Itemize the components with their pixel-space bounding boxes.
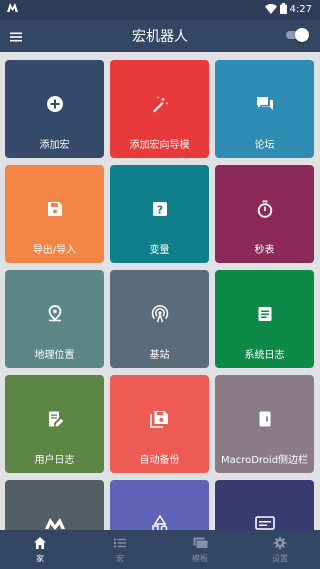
gear-icon [273,536,287,550]
status-bar: 4:27 [0,0,320,20]
shapes-icon [110,515,209,530]
macrodroid-logo-icon [7,3,18,15]
nav-settings[interactable]: 设置 [240,530,320,569]
backup-icon [110,410,209,430]
magic-wand-icon [110,95,209,115]
help-box-icon: ? [110,200,209,220]
page-title: 宏机器人 [132,29,188,45]
tile-forum[interactable]: 论坛 [215,60,314,158]
wifi-icon [264,3,277,17]
tile-label: 秒表 [254,245,275,256]
tile-label: 变量 [149,245,170,256]
tile-cell-tower[interactable]: 基站 [110,270,209,368]
card-icon [215,515,314,530]
tile-label: 添加宏 [39,140,70,151]
list-icon [113,536,127,550]
tile-macrodroid-sidebar[interactable]: MacroDroid侧边栏 [215,375,314,473]
tile-label: 导出/导入 [32,245,77,256]
status-time: 4:27 [289,4,312,15]
templates-icon [193,536,209,550]
add-circle-icon [5,95,104,115]
tile-label: 论坛 [254,140,275,151]
stopwatch-icon [215,200,314,220]
forum-icon [215,95,314,115]
tile-export-import[interactable]: 导出/导入 [5,165,104,263]
bottom-navigation: 家 宏 模板 设置 [0,530,320,569]
save-icon [5,200,104,220]
tile-macrodroid[interactable] [5,480,104,530]
svg-text:?: ? [156,204,162,217]
sidebar-icon [215,410,314,430]
tile-auto-backup[interactable]: 自动备份 [110,375,209,473]
tile-label: MacroDroid侧边栏 [220,455,309,466]
nav-label: 宏 [116,554,124,563]
home-tile-grid: 添加宏 添加宏向导模 论坛 导出/导入 ? 变量 秒表 地理位置 基站 系统日志… [5,60,317,530]
home-icon [33,536,47,550]
battery-icon [279,3,287,17]
tile-label: 添加宏向导模 [129,140,190,151]
tile-label: 自动备份 [139,455,180,466]
macros-enabled-toggle[interactable] [284,28,309,42]
nav-macros[interactable]: 宏 [80,530,160,569]
app-bar: 宏机器人 [0,20,320,52]
cell-tower-icon [110,305,209,325]
tile-add-macro-wizard[interactable]: 添加宏向导模 [110,60,209,158]
tile-system-log[interactable]: 系统日志 [215,270,314,368]
tile-label: 用户日志 [34,455,75,466]
nav-label: 模板 [192,554,208,563]
tile-shapes[interactable] [110,480,209,530]
location-pin-icon [5,305,104,325]
nav-home[interactable]: 家 [0,530,80,569]
tile-geolocation[interactable]: 地理位置 [5,270,104,368]
tile-label: 系统日志 [244,350,285,361]
nav-templates[interactable]: 模板 [160,530,240,569]
tile-add-macro[interactable]: 添加宏 [5,60,104,158]
tile-variables[interactable]: ? 变量 [110,165,209,263]
tile-label: 地理位置 [34,350,75,361]
macrodroid-logo-icon [5,515,104,530]
nav-label: 设置 [272,554,288,563]
tile-card[interactable] [215,480,314,530]
tile-user-log[interactable]: 用户日志 [5,375,104,473]
tile-label: 基站 [149,350,170,361]
log-icon [215,305,314,325]
tile-stopwatch[interactable]: 秒表 [215,165,314,263]
edit-log-icon [5,410,104,430]
nav-label: 家 [36,554,44,563]
